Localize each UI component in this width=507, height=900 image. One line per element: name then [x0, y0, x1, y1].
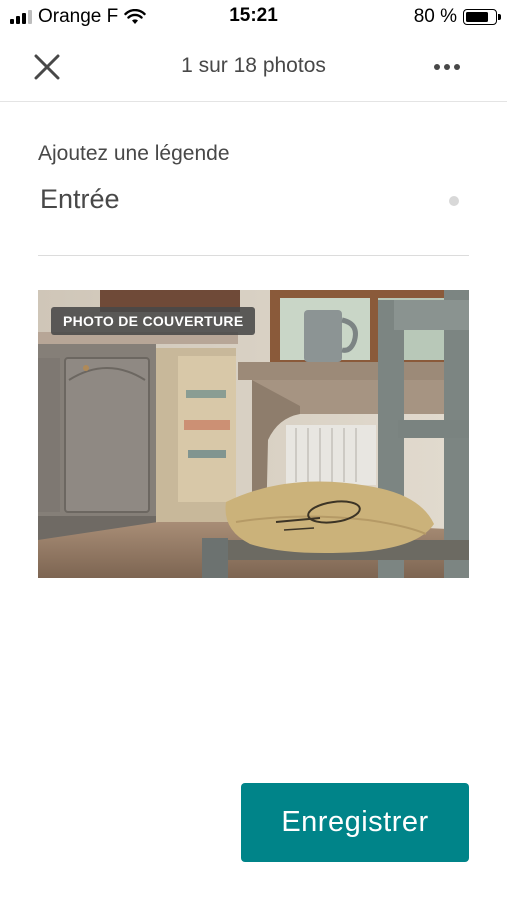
input-status-dot: [449, 196, 459, 206]
battery-icon: [463, 9, 501, 25]
battery-level-fill: [466, 12, 488, 22]
more-horizontal-icon: [434, 64, 460, 70]
save-button[interactable]: Enregistrer: [241, 783, 469, 862]
caption-input[interactable]: [38, 180, 469, 256]
caption-label: Ajoutez une légende: [38, 142, 230, 165]
status-bar: Orange F 15:21 80 %: [0, 0, 507, 34]
status-right: 80 %: [413, 6, 501, 28]
cover-photo-badge: PHOTO DE COUVERTURE: [51, 307, 256, 335]
cover-photo[interactable]: PHOTO DE COUVERTURE: [38, 290, 469, 578]
battery-percent: 80 %: [413, 6, 457, 27]
more-options-button[interactable]: [425, 50, 469, 84]
header: 1 sur 18 photos: [0, 34, 507, 102]
photo-caption-screen: Orange F 15:21 80 % 1 sur 18 photos Ajou…: [0, 0, 507, 900]
